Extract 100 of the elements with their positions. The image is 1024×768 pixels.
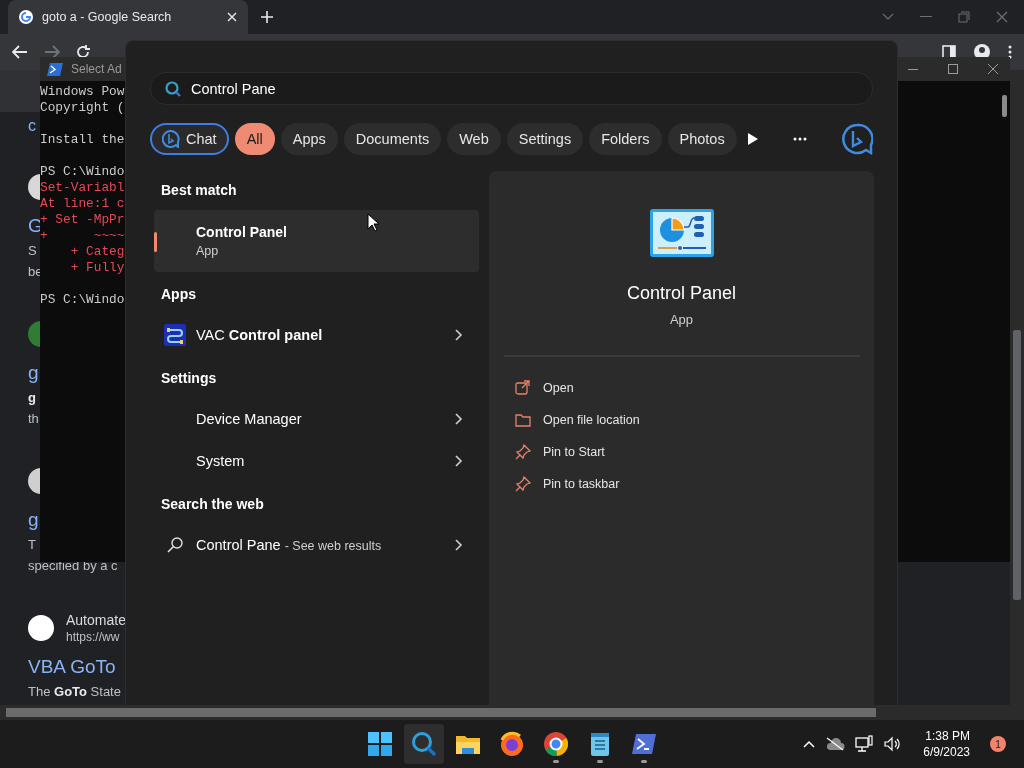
result-snippet: S xyxy=(28,242,37,260)
filter-tab[interactable]: Documents xyxy=(343,123,442,155)
reload-icon[interactable] xyxy=(76,45,90,59)
result-snippet: specified by a c xyxy=(28,557,118,575)
search-icon xyxy=(410,730,438,758)
scrollbar[interactable] xyxy=(0,705,1024,720)
console-line: PS C:\Windo xyxy=(40,164,125,180)
scrollbar[interactable] xyxy=(1010,70,1024,705)
pin-icon xyxy=(515,476,531,492)
pin-icon xyxy=(515,444,531,460)
result-item[interactable]: Device Manager xyxy=(154,398,479,440)
filter-tab[interactable]: Web xyxy=(447,123,501,155)
chat-icon xyxy=(162,130,180,148)
clock-date[interactable]: 6/9/2023 xyxy=(923,744,970,760)
volume-icon[interactable] xyxy=(883,736,902,752)
browser-tab[interactable]: goto a - Google Search xyxy=(8,0,248,34)
result-title[interactable]: g xyxy=(28,506,39,534)
site-name: Automate xyxy=(66,611,126,629)
restore-icon[interactable] xyxy=(958,11,970,23)
result-item[interactable]: System xyxy=(154,440,479,482)
error-line: + ~~~~ xyxy=(40,228,125,244)
minimize-icon[interactable] xyxy=(920,16,932,18)
maximize-icon[interactable] xyxy=(948,64,958,74)
action-button[interactable]: Open xyxy=(515,372,574,404)
filter-tab[interactable]: Chat xyxy=(150,123,229,155)
tab-title: goto a - Google Search xyxy=(42,10,173,24)
app-icon xyxy=(164,324,186,346)
notification-badge[interactable]: 1 xyxy=(990,736,1006,752)
item-title: Control Pane - See web results xyxy=(196,537,382,553)
windows-icon xyxy=(366,730,394,758)
filter-tab[interactable]: Folders xyxy=(589,123,662,155)
section-heading: Search the web xyxy=(161,495,265,514)
result-item[interactable]: Control Panel App xyxy=(154,210,479,272)
new-tab-icon[interactable] xyxy=(260,10,274,24)
item-title: VAC Control panel xyxy=(196,327,323,343)
search-field[interactable]: Control Pane xyxy=(150,72,873,105)
section-heading: Settings xyxy=(161,369,218,388)
error-line: + Categ xyxy=(69,244,125,260)
console-line: Copyright ( xyxy=(40,100,125,116)
chevron-right-icon[interactable] xyxy=(455,455,463,467)
search-icon xyxy=(167,537,183,553)
app-title: Control Panel xyxy=(626,283,737,304)
play-icon[interactable] xyxy=(747,132,759,146)
chevron-up-icon[interactable] xyxy=(803,740,816,748)
result-item[interactable]: VAC Control panel xyxy=(154,314,479,356)
filter-tab[interactable]: Photos xyxy=(667,123,737,155)
error-line: At line:1 c xyxy=(40,196,125,212)
back-arrow-icon[interactable] xyxy=(12,45,28,59)
result-title[interactable]: g xyxy=(28,359,39,387)
error-line: Set-Variabl xyxy=(40,180,125,196)
action-button[interactable]: Pin to taskbar xyxy=(515,468,620,500)
chevron-right-icon[interactable] xyxy=(455,413,463,425)
window-title: Select Ad xyxy=(71,62,122,76)
folder-icon xyxy=(515,412,531,428)
forward-arrow-icon[interactable] xyxy=(44,45,60,59)
action-button[interactable]: Open file location xyxy=(515,404,640,436)
app-subtitle: App xyxy=(669,312,694,327)
open-icon xyxy=(515,380,531,396)
search-icon xyxy=(165,80,181,97)
console-line: Install the xyxy=(40,132,125,148)
running-indicator xyxy=(553,760,559,763)
minimize-icon[interactable] xyxy=(908,68,918,70)
action-button[interactable]: Pin to Start xyxy=(515,436,605,468)
section-heading: Best match xyxy=(161,181,238,200)
result-snippet: T xyxy=(28,536,36,554)
firefox-icon xyxy=(498,730,526,758)
control-panel-icon xyxy=(649,209,714,257)
filter-tab[interactable]: Settings xyxy=(506,123,584,155)
result-snippet: g xyxy=(28,389,36,407)
running-indicator xyxy=(597,760,603,763)
chrome-icon xyxy=(542,730,570,758)
site-url: https://ww xyxy=(66,629,121,645)
powershell-icon xyxy=(47,62,63,76)
chat-bubble-icon[interactable] xyxy=(841,123,873,155)
item-title: Device Manager xyxy=(196,411,302,427)
item-title: Control Panel xyxy=(196,224,287,240)
close-icon[interactable] xyxy=(988,64,998,74)
chevron-down-icon[interactable] xyxy=(882,13,894,21)
result-link[interactable]: c xyxy=(28,112,36,140)
cloud-icon[interactable] xyxy=(825,737,846,751)
chevron-right-icon[interactable] xyxy=(455,539,463,551)
more-icon[interactable] xyxy=(793,137,807,141)
result-item[interactable]: Control Pane - See web results xyxy=(154,524,479,566)
result-snippet: The GoTo State xyxy=(28,683,121,701)
filter-tab[interactable]: All xyxy=(234,123,275,155)
section-heading: Apps xyxy=(161,285,197,304)
console-line: Windows Pow xyxy=(40,84,125,100)
network-icon[interactable] xyxy=(855,735,874,753)
search-input[interactable]: Control Pane xyxy=(191,80,872,97)
clock-time[interactable]: 1:38 PM xyxy=(925,728,970,744)
result-title[interactable]: VBA GoTo xyxy=(28,653,116,681)
selection-accent xyxy=(154,232,157,252)
console-line: PS C:\Windo xyxy=(40,292,125,308)
item-subtitle: App xyxy=(196,244,220,258)
chevron-right-icon[interactable] xyxy=(455,329,463,341)
item-title: System xyxy=(196,453,245,469)
mouse-pointer-icon xyxy=(367,213,379,232)
filter-tab[interactable]: Apps xyxy=(280,123,338,155)
error-line: + Set -MpPr xyxy=(40,212,125,228)
running-indicator xyxy=(641,760,647,763)
